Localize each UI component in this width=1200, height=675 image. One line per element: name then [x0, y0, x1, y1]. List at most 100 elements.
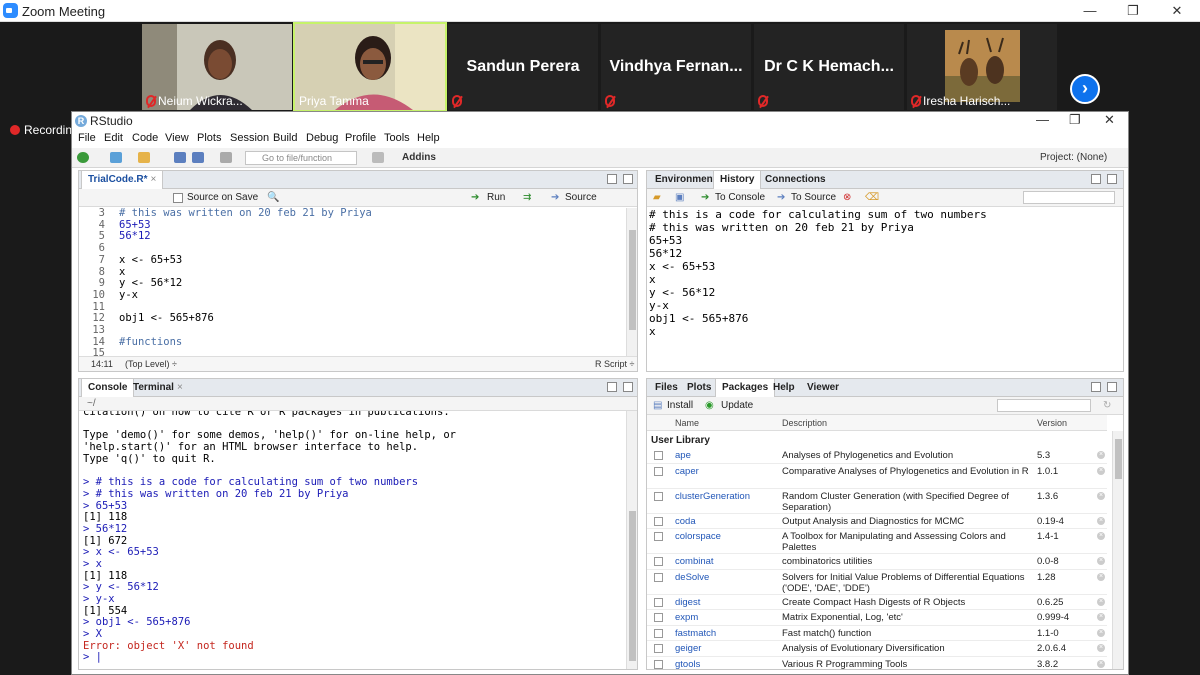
maximize-pane-icon[interactable] — [623, 174, 633, 184]
participant-tile[interactable]: Iresha Harisch... — [907, 24, 1057, 110]
menu-view[interactable]: View — [165, 132, 189, 144]
package-load-checkbox[interactable] — [654, 659, 663, 669]
rstudio-maximize-button[interactable]: ❐ — [1069, 112, 1081, 128]
history-item[interactable]: # this was written on 20 feb 21 by Priya — [649, 221, 1119, 234]
package-load-checkbox[interactable] — [654, 557, 663, 566]
remove-package-icon[interactable]: × — [1097, 659, 1105, 668]
scope-selector[interactable]: (Top Level) ÷ — [125, 359, 177, 369]
project-menu[interactable]: Project: (None) — [1040, 152, 1107, 163]
update-button[interactable]: Update — [721, 400, 753, 411]
close-tab-icon[interactable]: × — [150, 174, 156, 185]
package-row[interactable]: ape Analyses of Phylogenetics and Evoluti… — [647, 448, 1107, 464]
packages-scrollbar[interactable] — [1112, 431, 1123, 669]
tab-viewer[interactable]: Viewer — [801, 379, 845, 397]
package-load-checkbox[interactable] — [654, 613, 663, 622]
participant-tile-active-speaker[interactable]: Priya Tamma — [293, 22, 447, 112]
remove-package-icon[interactable]: × — [1097, 491, 1105, 500]
menu-file[interactable]: File — [78, 132, 96, 144]
package-name-link[interactable]: geiger — [675, 643, 701, 654]
working-directory[interactable]: ~/ — [87, 398, 96, 409]
package-row[interactable]: clusterGeneration Random Cluster Generati… — [647, 489, 1107, 514]
maximize-pane-icon[interactable] — [1107, 382, 1117, 392]
minimize-pane-icon[interactable] — [607, 174, 617, 184]
participant-tile[interactable]: Sandun Perera — [448, 24, 598, 110]
code-editor[interactable]: 3 # this was written on 20 feb 21 by Priy… — [79, 207, 627, 359]
remove-package-icon[interactable]: × — [1097, 628, 1105, 637]
maximize-button[interactable]: ❐ — [1118, 2, 1148, 20]
tab-help[interactable]: Help — [767, 379, 801, 397]
tab-terminal[interactable]: Terminal × — [127, 379, 189, 397]
close-tab-icon[interactable]: × — [177, 382, 183, 393]
package-name-link[interactable]: deSolve — [675, 572, 709, 583]
to-console-button[interactable]: To Console — [715, 192, 765, 203]
new-project-icon[interactable] — [110, 152, 122, 163]
participant-tile[interactable]: Neium Wickra... — [142, 24, 292, 110]
package-row[interactable]: gtools Various R Programming Tools 3.8.2 × — [647, 657, 1107, 669]
menu-help[interactable]: Help — [417, 132, 440, 144]
rerun-icon[interactable]: ⇉ — [523, 192, 531, 203]
addins-menu[interactable]: Addins — [402, 152, 436, 163]
col-description[interactable]: Description — [782, 418, 827, 428]
package-load-checkbox[interactable] — [654, 516, 663, 526]
package-name-link[interactable]: combinat — [675, 556, 714, 567]
participant-tile[interactable]: Dr C K Hemach... — [754, 24, 904, 110]
package-row[interactable]: caper Comparative Analyses of Phylogeneti… — [647, 464, 1107, 489]
remove-package-icon[interactable]: × — [1097, 644, 1105, 652]
maximize-pane-icon[interactable] — [623, 382, 633, 392]
source-button[interactable]: Source — [565, 192, 597, 203]
package-load-checkbox[interactable] — [654, 466, 663, 476]
remove-package-icon[interactable]: × — [1097, 572, 1105, 581]
minimize-pane-icon[interactable] — [1091, 174, 1101, 184]
history-list[interactable]: # this is a code for calculating sum of … — [649, 208, 1119, 338]
package-load-checkbox[interactable] — [654, 451, 663, 460]
package-row[interactable]: digest Create Compact Hash Digests of R O… — [647, 595, 1107, 610]
menu-profile[interactable]: Profile — [345, 132, 376, 144]
history-item[interactable]: # this is a code for calculating sum of … — [649, 208, 1119, 221]
tab-environment[interactable]: Environment — [649, 171, 722, 189]
package-load-checkbox[interactable] — [654, 628, 663, 638]
tab-history[interactable]: History — [713, 171, 762, 189]
col-version[interactable]: Version — [1037, 418, 1067, 428]
package-row[interactable]: expm Matrix Exponential, Log, 'etc' 0.999-… — [647, 610, 1107, 626]
print-icon[interactable] — [220, 152, 232, 163]
save-all-icon[interactable] — [192, 152, 204, 163]
remove-package-icon[interactable]: × — [1097, 451, 1105, 459]
history-item[interactable]: 56*12 — [649, 247, 1119, 260]
minimize-pane-icon[interactable] — [1091, 382, 1101, 392]
history-item[interactable]: 65+53 — [649, 234, 1119, 247]
package-row[interactable]: geiger Analysis of Evolutionary Diversifi… — [647, 641, 1107, 657]
package-row[interactable]: combinat combinatorics utilities 0.0-8 × — [647, 554, 1107, 570]
history-item[interactable]: x <- 65+53 — [649, 260, 1119, 273]
menu-plots[interactable]: Plots — [197, 132, 221, 144]
package-name-link[interactable]: clusterGeneration — [675, 491, 750, 502]
install-button[interactable]: Install — [667, 400, 693, 411]
package-name-link[interactable]: fastmatch — [675, 628, 716, 639]
package-name-link[interactable]: colorspace — [675, 531, 721, 542]
package-row[interactable]: colorspace A Toolbox for Manipulating and… — [647, 529, 1107, 554]
rstudio-minimize-button[interactable]: — — [1036, 112, 1049, 127]
history-item[interactable]: obj1 <- 565+876 — [649, 312, 1119, 325]
package-row[interactable]: coda Output Analysis and Diagnostics for … — [647, 514, 1107, 529]
source-on-save-checkbox[interactable] — [173, 193, 183, 203]
clear-history-icon[interactable]: ⌫ — [865, 192, 879, 203]
package-load-checkbox[interactable] — [654, 491, 663, 501]
new-file-icon[interactable] — [77, 152, 89, 163]
console-output[interactable]: citation() on how to cite R or R package… — [83, 411, 623, 664]
tab-plots[interactable]: Plots — [681, 379, 717, 397]
packages-search-input[interactable] — [997, 399, 1091, 412]
rstudio-close-button[interactable]: ✕ — [1104, 112, 1115, 128]
col-name[interactable]: Name — [675, 418, 699, 428]
package-name-link[interactable]: digest — [675, 597, 700, 608]
menu-build[interactable]: Build — [273, 132, 297, 144]
remove-package-icon[interactable]: × — [1097, 466, 1105, 475]
menu-code[interactable]: Code — [132, 132, 158, 144]
search-icon[interactable]: 🔍 — [267, 192, 279, 203]
package-name-link[interactable]: expm — [675, 612, 698, 623]
maximize-pane-icon[interactable] — [1107, 174, 1117, 184]
package-name-link[interactable]: coda — [675, 516, 696, 527]
minimize-pane-icon[interactable] — [607, 382, 617, 392]
tab-files[interactable]: Files — [649, 379, 684, 397]
remove-entry-icon[interactable]: ⊗ — [843, 192, 851, 203]
editor-scrollbar[interactable] — [626, 208, 637, 356]
minimize-button[interactable]: — — [1075, 2, 1105, 20]
